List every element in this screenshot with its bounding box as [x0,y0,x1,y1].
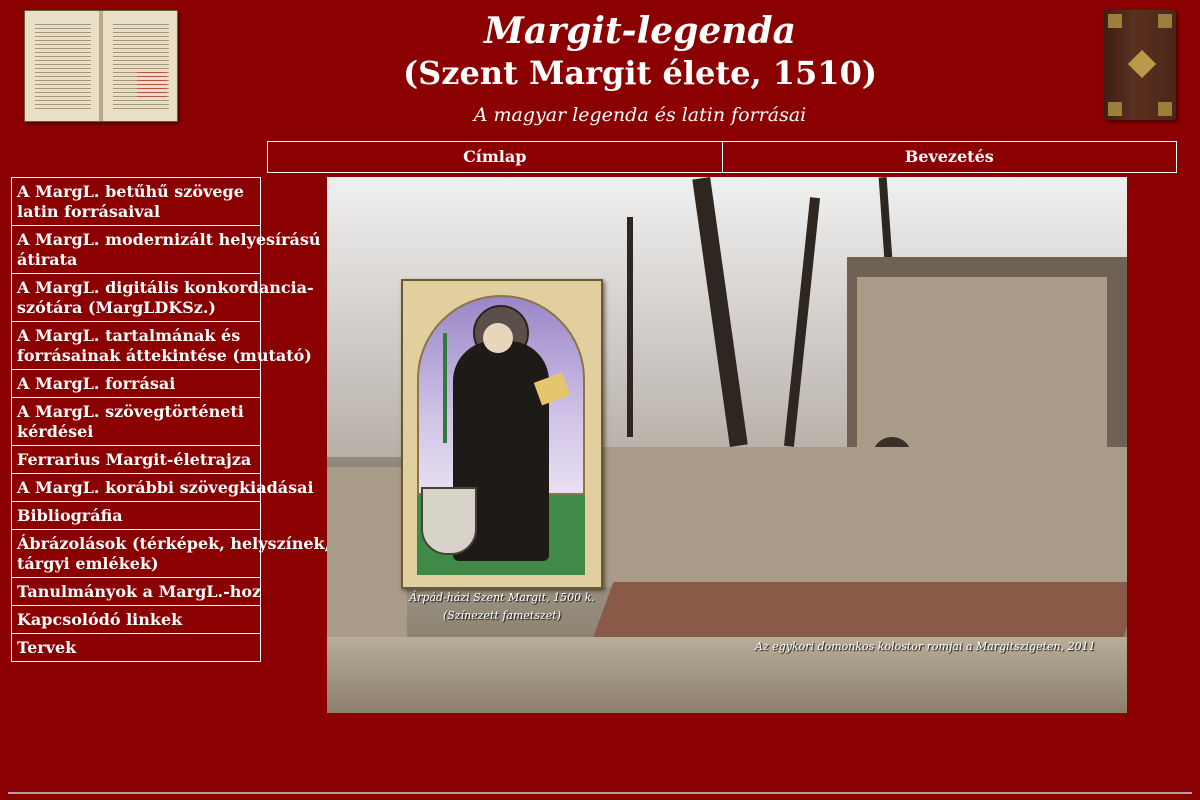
page-title: Margit-legenda [484,10,796,52]
woodcut-coat-of-arms [421,487,477,555]
sidebar-item-label: kérdései [17,422,94,441]
codex-left-page-text [35,21,91,109]
book-corner [1158,14,1172,28]
sidebar-item-tanulmanyok[interactable]: Tanulmányok a MargL.-hoz [11,578,261,606]
saint-margit-woodcut [401,279,603,589]
book-corner [1108,102,1122,116]
sidebar-item-label: Kapcsolódó linkek [17,610,183,629]
photo-tree [627,217,633,437]
nav-tab-cimlap[interactable]: Címlap [267,141,723,173]
sidebar-item-modernizalt-atirat[interactable]: A MargL. modernizált helyesírású átirata [11,226,321,274]
bottom-divider [8,792,1192,794]
sidebar-item-label: Ábrázolások (térképek, helyszínek, [17,534,331,553]
sidebar-item-konkordancia-szotar[interactable]: A MargL. digitális konkordancia- szótára… [11,274,314,322]
sidebar-item-mutato[interactable]: A MargL. tartalmának és forrásainak átte… [11,322,312,370]
photo-ruin-wall [597,447,1127,587]
sidebar-item-label: A MargL. korábbi szövegkiadásai [17,478,314,497]
sidebar-item-label: Tervek [17,638,77,657]
page: Margit-legenda (Szent Margit élete, 1510… [0,0,1200,800]
sidebar-item-label: A MargL. betűhű szövege [17,182,244,201]
sidebar-item-betuhu-szoveg[interactable]: A MargL. betűhű szövege latin forrásaiva… [11,177,261,226]
sidebar-item-label: forrásainak áttekintése (mutató) [17,346,312,365]
bound-book-image [1104,10,1176,120]
sidebar-item-label: tárgyi emlékek) [17,554,159,573]
ruins-caption: Az egykori domonkos kolostor romjai a Ma… [755,640,1096,653]
sidebar-item-szovegtorteneti-kerdesei[interactable]: A MargL. szövegtörténeti kérdései [11,398,261,446]
nav-tab-bevezetes[interactable]: Bevezetés [722,141,1177,173]
book-corner [1158,102,1172,116]
sidebar-item-label: A MargL. modernizált helyesírású [17,230,321,249]
sidebar-item-label: A MargL. forrásai [17,374,176,393]
sidebar-item-label: átirata [17,250,78,269]
sidebar-item-bibliografia[interactable]: Bibliográfia [11,502,261,530]
sidebar-item-label: szótára (MargLDKSz.) [17,298,216,317]
open-codex-image [24,10,178,122]
sidebar-item-label: A MargL. szövegtörténeti [17,402,244,421]
saint-caption-line2: (Színezett fametszet) [442,609,562,622]
sidebar-item-label: Tanulmányok a MargL.-hoz [17,582,262,601]
main-photo: Árpád-házi Szent Margit, 1500 k. (Színez… [327,177,1127,713]
sidebar-item-ferrarius[interactable]: Ferrarius Margit-életrajza [11,446,261,474]
sidebar-item-label: A MargL. digitális konkordancia- [17,278,314,297]
codex-spine [99,11,103,121]
saint-caption: Árpád-házi Szent Margit, 1500 k. (Színez… [387,589,617,625]
sidebar-item-abrazolasok[interactable]: Ábrázolások (térképek, helyszínek, tárgy… [11,530,330,578]
sidebar-item-korabbi-kiadasai[interactable]: A MargL. korábbi szövegkiadásai [11,474,314,502]
saint-caption-line1: Árpád-házi Szent Margit, 1500 k. [409,591,595,604]
codex-rubric [137,69,167,99]
page-tagline: A magyar legenda és latin forrásai [473,104,807,126]
woodcut-lily [443,333,447,443]
sidebar-item-label: A MargL. tartalmának és [17,326,241,345]
sidebar-menu: A MargL. betűhű szövege latin forrásaiva… [11,177,330,662]
book-corner [1108,14,1122,28]
sidebar-item-label: Bibliográfia [17,506,123,525]
top-navigation: Címlap Bevezetés [267,141,1177,173]
book-clasp [1127,49,1157,79]
sidebar-item-forrasai[interactable]: A MargL. forrásai [11,370,261,398]
sidebar-item-tervek[interactable]: Tervek [11,634,261,662]
woodcut-face [483,323,513,353]
sidebar-item-label: Ferrarius Margit-életrajza [17,450,252,469]
sidebar-item-label: latin forrásaival [17,202,161,221]
sidebar-item-kapcsolodo-linkek[interactable]: Kapcsolódó linkek [11,606,261,634]
page-subtitle: (Szent Margit élete, 1510) [403,54,877,92]
